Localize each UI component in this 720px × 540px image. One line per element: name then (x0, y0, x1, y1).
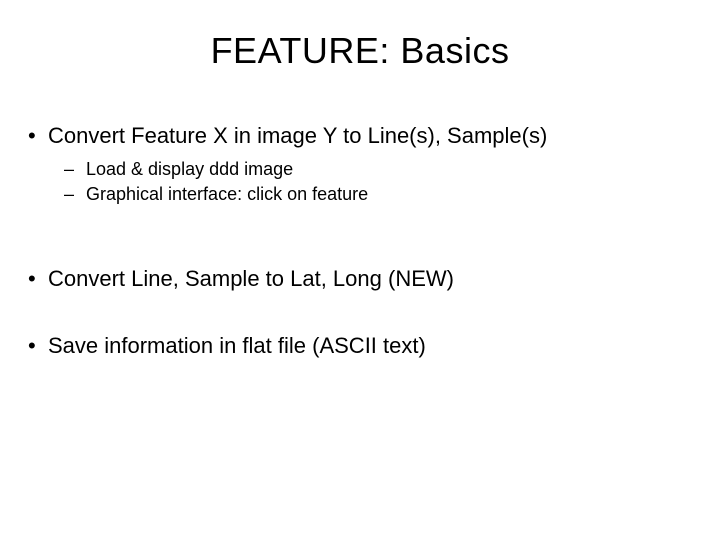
sub-list-1: Load & display ddd image Graphical inter… (48, 157, 700, 207)
bullet-item-1: Convert Feature X in image Y to Line(s),… (48, 122, 700, 207)
bullet-item-1-text: Convert Feature X in image Y to Line(s),… (48, 123, 547, 148)
slide-title: FEATURE: Basics (20, 30, 700, 72)
bullet-item-3: Save information in flat file (ASCII tex… (48, 332, 700, 361)
bullet-list-3: Save information in flat file (ASCII tex… (20, 332, 700, 361)
sub-item-1-1: Load & display ddd image (86, 157, 700, 182)
bullet-list-2: Convert Line, Sample to Lat, Long (NEW) (20, 265, 700, 294)
bullet-item-2: Convert Line, Sample to Lat, Long (NEW) (48, 265, 700, 294)
bullet-list: Convert Feature X in image Y to Line(s),… (20, 122, 700, 207)
sub-item-1-2: Graphical interface: click on feature (86, 182, 700, 207)
spacer (20, 304, 700, 332)
spacer (20, 237, 700, 265)
